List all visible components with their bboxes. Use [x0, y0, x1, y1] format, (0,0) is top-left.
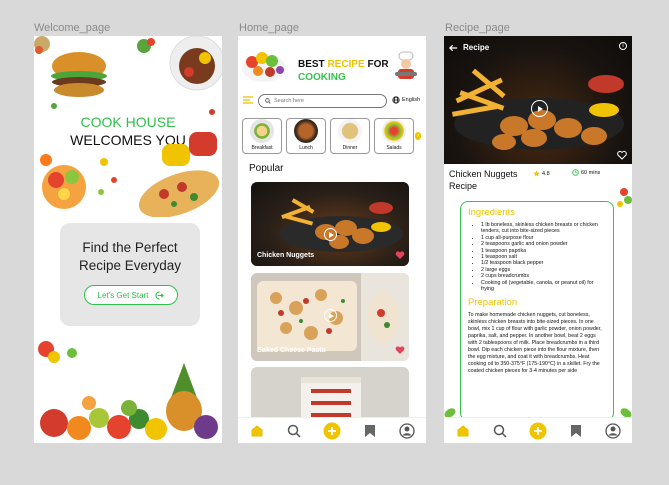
category-lunch[interactable]: Lunch	[286, 118, 326, 154]
ingredients-list: 1 lb boneless, skinless chicken breasts …	[468, 222, 606, 292]
plus-icon	[323, 422, 341, 439]
recipe-details-box: Ingredients 1 lb boneless, skinless chic…	[460, 201, 614, 421]
list-item: Cooking oil (vegetable, canola, or peanu…	[481, 280, 606, 293]
tab-home[interactable]	[454, 422, 472, 440]
recipe-card-chicken-nuggets[interactable]: Chicken Nuggets	[251, 182, 409, 266]
tab-profile[interactable]	[398, 422, 416, 440]
home-page: BEST RECIPE FOR COOKING Search here Engl…	[238, 36, 426, 443]
recipe-header-title: Recipe	[463, 43, 490, 52]
bottom-tab-bar	[238, 417, 426, 443]
play-icon[interactable]	[324, 228, 337, 241]
language-label: English	[402, 97, 421, 103]
breakfast-image	[250, 119, 274, 143]
welcome-tagline: Find the Perfect Recipe Everyday	[78, 240, 182, 273]
welcome-page: COOK HOUSE WELCOMES YOU Find the Perfect…	[34, 36, 222, 443]
chevron-right-icon[interactable]: ›	[415, 132, 421, 140]
fruit-bowl-logo	[242, 52, 286, 82]
tab-home[interactable]	[248, 422, 266, 440]
dinner-image	[338, 119, 362, 143]
tab-profile[interactable]	[604, 422, 622, 440]
list-item: 1 lb boneless, skinless chicken breasts …	[481, 222, 606, 235]
back-arrow-icon[interactable]	[449, 44, 458, 52]
star-icon	[533, 170, 540, 177]
profile-icon	[605, 422, 621, 439]
food-decoration-right	[617, 188, 632, 207]
recipe-hero-image: Recipe i	[444, 36, 632, 164]
globe-icon	[392, 96, 400, 104]
search-icon	[494, 424, 507, 438]
login-arrow-icon	[155, 290, 165, 300]
heart-icon[interactable]	[395, 345, 405, 355]
clock-icon	[572, 169, 579, 176]
play-icon[interactable]	[324, 309, 337, 322]
tab-add[interactable]	[323, 422, 341, 440]
recipe-header: Recipe	[449, 43, 489, 52]
category-breakfast[interactable]: Breakfast	[242, 118, 282, 154]
home-icon	[457, 424, 469, 436]
search-icon	[288, 424, 301, 438]
recipe-page: Recipe i Chicken Nuggets Recipe 4.8 60 m…	[444, 36, 632, 443]
bottom-tab-bar	[444, 417, 632, 443]
welcome-title-brand: COOK HOUSE	[80, 114, 176, 130]
search-input[interactable]: Search here	[258, 94, 387, 108]
preparation-text: To make homemade chicken nuggets, cut bo…	[468, 312, 602, 375]
welcome-card: Find the Perfect Recipe Everyday Let's G…	[60, 223, 200, 326]
play-icon[interactable]	[531, 100, 548, 117]
recipe-card-title: Baked Cheese Pasta	[257, 347, 326, 354]
category-salads[interactable]: Salads	[374, 118, 414, 154]
get-started-button[interactable]: Let's Get Start	[84, 285, 178, 305]
category-list: Breakfast Lunch Dinner Salads	[242, 118, 414, 154]
tab-bookmarks[interactable]	[567, 422, 585, 440]
vegetables-illustration	[38, 341, 218, 440]
recipe-time: 60 mins	[572, 169, 600, 176]
home-brand: BEST RECIPE FOR COOKING	[298, 59, 389, 83]
chef-avatar	[395, 51, 417, 79]
recipe-frame-label: Recipe_page	[445, 22, 510, 34]
preparation-heading: Preparation	[468, 297, 518, 309]
tab-add[interactable]	[529, 422, 547, 440]
popular-heading: Popular	[249, 163, 284, 174]
tab-search[interactable]	[285, 422, 303, 440]
search-icon	[265, 98, 271, 104]
get-started-label: Let's Get Start	[97, 290, 149, 300]
bookmark-icon	[364, 424, 375, 437]
salads-image	[382, 119, 406, 143]
welcome-frame-label: Welcome_page	[34, 22, 111, 34]
recipe-card-baked-cheese-pasta[interactable]: Baked Cheese Pasta	[251, 273, 409, 361]
lunch-image	[294, 119, 318, 143]
plus-icon	[529, 422, 547, 439]
home-icon	[251, 424, 263, 436]
heart-icon[interactable]	[395, 250, 405, 260]
recipe-title: Chicken Nuggets Recipe	[449, 169, 518, 191]
food-illustration-top	[34, 36, 222, 115]
tab-bookmarks[interactable]	[361, 422, 379, 440]
search-placeholder: Search here	[274, 98, 304, 104]
heart-icon[interactable]	[617, 150, 627, 160]
food-illustration-middle	[40, 132, 220, 217]
ingredients-heading: Ingredients	[468, 207, 516, 218]
filter-icon[interactable]	[243, 96, 253, 106]
bookmark-icon	[570, 424, 581, 437]
home-frame-label: Home_page	[239, 22, 299, 34]
category-dinner[interactable]: Dinner	[330, 118, 370, 154]
profile-icon	[399, 422, 415, 439]
tab-search[interactable]	[491, 422, 509, 440]
language-selector[interactable]: English	[392, 96, 420, 104]
recipe-card-title: Chicken Nuggets	[257, 252, 315, 259]
info-icon[interactable]: i	[619, 42, 627, 50]
recipe-rating: 4.8	[533, 170, 550, 177]
